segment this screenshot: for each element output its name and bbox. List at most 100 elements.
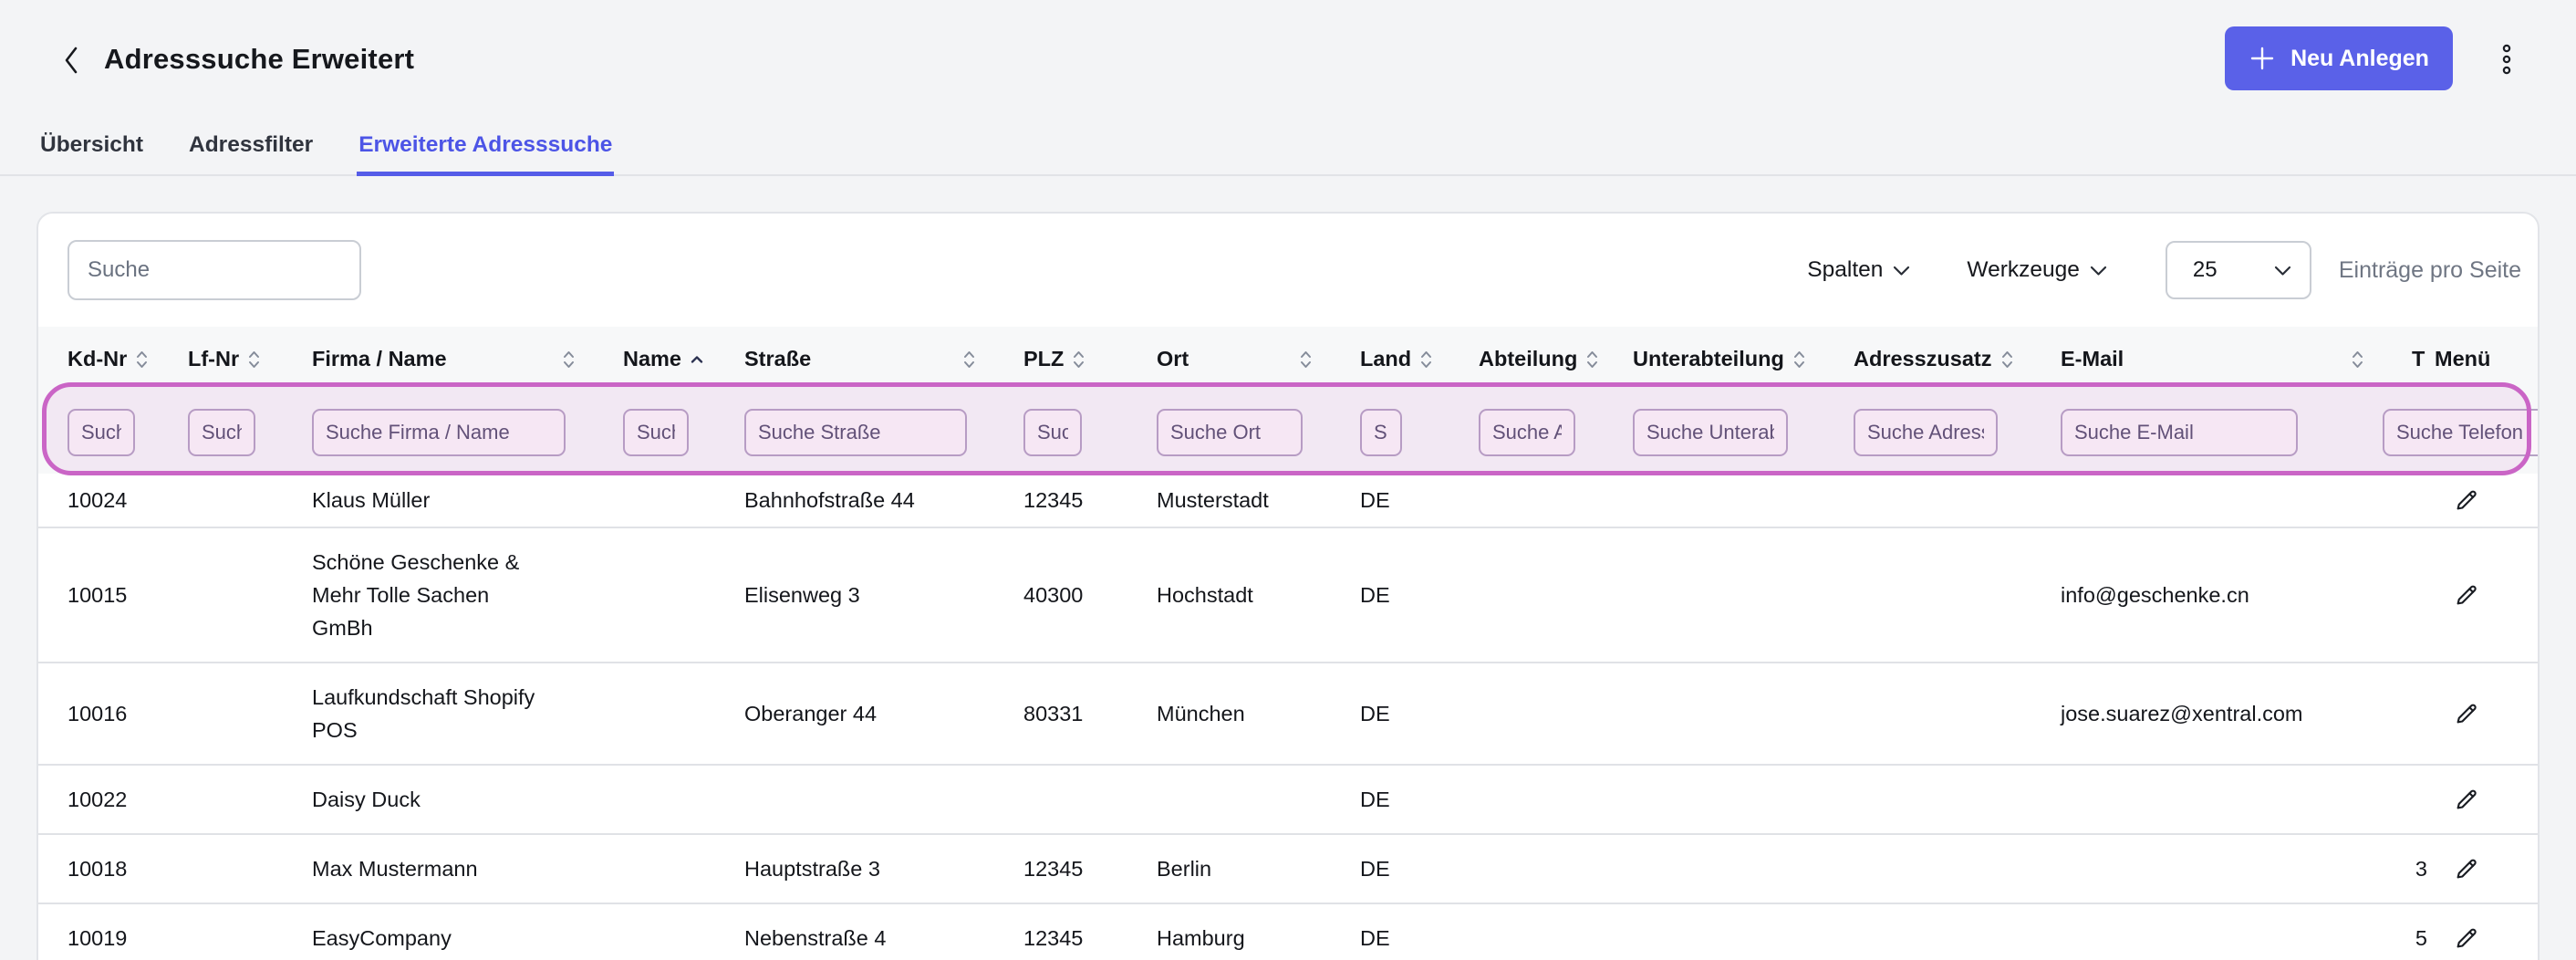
cell-firma-name: Laufkundschaft Shopify POS <box>312 663 623 765</box>
sort-icon <box>1072 348 1085 371</box>
filter-input-strasse[interactable] <box>744 409 967 456</box>
columns-dropdown[interactable]: Spalten <box>1807 257 1910 283</box>
column-header-ort[interactable]: Ort <box>1157 327 1360 391</box>
cell-adresszusatz <box>1854 474 2061 527</box>
filter-input-land[interactable] <box>1360 409 1402 456</box>
search-input[interactable] <box>68 240 361 300</box>
row-edit-button[interactable] <box>2435 581 2480 609</box>
entries-per-page-label: Einträge pro Seite <box>2339 257 2521 284</box>
column-label: Abteilung <box>1479 347 1577 371</box>
more-menu-button[interactable] <box>2485 35 2529 84</box>
new-anlegen-button[interactable]: Neu Anlegen <box>2225 26 2453 90</box>
table-row[interactable]: 10015 Schöne Geschenke & Mehr Tolle Sach… <box>38 527 2540 663</box>
table-row[interactable]: 10016 Laufkundschaft Shopify POS Oberang… <box>38 663 2540 765</box>
column-header-abteilung[interactable]: Abteilung <box>1479 327 1633 391</box>
column-label: Firma / Name <box>312 347 447 371</box>
table-filter-row <box>38 391 2540 474</box>
cell-abteilung <box>1479 834 1633 903</box>
cell-telefon-count: 3 <box>2412 834 2435 903</box>
table-row[interactable]: 10019 EasyCompany Nebenstraße 4 12345 Ha… <box>38 903 2540 960</box>
column-header-unterabteilung[interactable]: Unterabteilung <box>1633 327 1854 391</box>
row-edit-button[interactable] <box>2435 486 2480 514</box>
column-header-telefon[interactable]: T <box>2412 327 2435 391</box>
filter-input-kd-nr[interactable] <box>68 409 135 456</box>
cell-email: jose.suarez@xentral.com <box>2061 663 2412 765</box>
filter-input-email[interactable] <box>2061 409 2298 456</box>
filter-input-name[interactable] <box>623 409 689 456</box>
column-header-plz[interactable]: PLZ <box>1023 327 1157 391</box>
column-label: Straße <box>744 347 811 371</box>
tab-uebersicht[interactable]: Übersicht <box>38 119 145 176</box>
column-header-land[interactable]: Land <box>1360 327 1479 391</box>
cell-ort: München <box>1157 663 1360 765</box>
cell-ort: Hamburg <box>1157 903 1360 960</box>
page-size-select[interactable]: 25 <box>2166 241 2311 299</box>
cell-unterabteilung <box>1633 834 1854 903</box>
column-header-firma-name[interactable]: Firma / Name <box>312 327 623 391</box>
back-button[interactable] <box>51 37 91 84</box>
cell-adresszusatz <box>1854 765 2061 834</box>
column-header-kd-nr[interactable]: Kd-Nr <box>38 327 188 391</box>
cell-email <box>2061 474 2412 527</box>
filter-input-firma-name[interactable] <box>312 409 566 456</box>
column-header-adresszusatz[interactable]: Adresszusatz <box>1854 327 2061 391</box>
tab-bar: Übersicht Adressfilter Erweiterte Adress… <box>0 119 2576 176</box>
column-header-name[interactable]: Name <box>623 327 744 391</box>
column-header-strasse[interactable]: Straße <box>744 327 1023 391</box>
pencil-icon <box>2453 786 2480 813</box>
filter-input-telefon[interactable] <box>2383 409 2540 456</box>
top-header: Adresssuche Erweitert Neu Anlegen <box>0 0 2576 119</box>
filter-input-abteilung[interactable] <box>1479 409 1575 456</box>
table-row[interactable]: 10024 Klaus Müller Bahnhofstraße 44 1234… <box>38 474 2540 527</box>
row-edit-button[interactable] <box>2435 786 2480 813</box>
cell-name <box>623 474 744 527</box>
pencil-icon <box>2453 924 2480 952</box>
sort-icon <box>2000 348 2014 371</box>
column-header-email[interactable]: E-Mail <box>2061 327 2412 391</box>
sort-icon <box>1419 348 1433 371</box>
table-row[interactable]: 10022 Daisy Duck DE <box>38 765 2540 834</box>
pencil-icon <box>2453 486 2480 514</box>
column-header-lf-nr[interactable]: Lf-Nr <box>188 327 312 391</box>
filter-input-unterabteilung[interactable] <box>1633 409 1788 456</box>
tab-adressfilter[interactable]: Adressfilter <box>187 119 315 176</box>
cell-lf-nr <box>188 663 312 765</box>
filter-input-plz[interactable] <box>1023 409 1082 456</box>
table-row[interactable]: 10018 Max Mustermann Hauptstraße 3 12345… <box>38 834 2540 903</box>
column-label: Name <box>623 347 681 371</box>
new-anlegen-label: Neu Anlegen <box>2290 46 2429 72</box>
cell-strasse: Bahnhofstraße 44 <box>744 474 1023 527</box>
cell-abteilung <box>1479 765 1633 834</box>
column-header-menue[interactable]: Menü <box>2435 327 2540 391</box>
cell-ort: Musterstadt <box>1157 474 1360 527</box>
chevron-down-icon <box>1893 265 1910 277</box>
cell-adresszusatz <box>1854 527 2061 663</box>
cell-lf-nr <box>188 765 312 834</box>
tab-erweiterte-adresssuche[interactable]: Erweiterte Adresssuche <box>357 119 614 176</box>
sort-icon <box>247 348 261 371</box>
filter-input-adresszusatz[interactable] <box>1854 409 1998 456</box>
row-edit-button[interactable] <box>2435 924 2480 952</box>
cell-kd-nr: 10024 <box>38 474 188 527</box>
row-edit-button[interactable] <box>2435 855 2480 882</box>
page-size-value: 25 <box>2193 257 2218 283</box>
cell-firma-name: Daisy Duck <box>312 765 623 834</box>
cell-email: info@geschenke.cn <box>2061 527 2412 663</box>
cell-firma-name: Klaus Müller <box>312 474 623 527</box>
sort-icon <box>1585 348 1599 371</box>
column-label: Menü <box>2435 347 2490 370</box>
filter-input-lf-nr[interactable] <box>188 409 255 456</box>
filter-input-ort[interactable] <box>1157 409 1303 456</box>
sort-icon <box>1792 348 1806 371</box>
row-edit-button[interactable] <box>2435 700 2480 727</box>
plus-icon <box>2249 45 2276 72</box>
cell-unterabteilung <box>1633 527 1854 663</box>
tools-dropdown[interactable]: Werkzeuge <box>1967 257 2106 283</box>
cell-plz: 12345 <box>1023 834 1157 903</box>
cell-lf-nr <box>188 903 312 960</box>
sort-icon <box>1299 348 1313 371</box>
table-toolbar: Spalten Werkzeuge 25 Einträge pro S <box>38 214 2538 327</box>
cell-ort: Hochstadt <box>1157 527 1360 663</box>
tools-dropdown-label: Werkzeuge <box>1967 257 2079 283</box>
cell-kd-nr: 10015 <box>38 527 188 663</box>
